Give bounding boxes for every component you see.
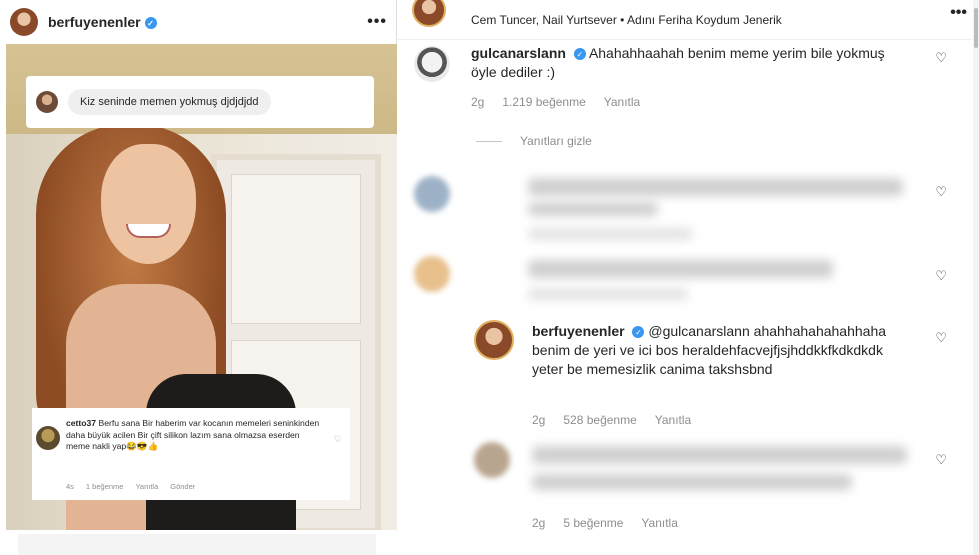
inner-comment-send: Gönder: [170, 482, 196, 491]
photo-smile: [126, 224, 171, 238]
comment-reply-button[interactable]: Yanıtla: [655, 413, 691, 427]
comment-meta: 2g 5 beğenme Yanıtla: [532, 516, 678, 530]
blurred-text: [532, 446, 907, 464]
blurred-comment-item: ♡: [398, 168, 979, 248]
comment-time: 2g: [532, 516, 546, 530]
comment-reply-button[interactable]: Yanıtla: [641, 516, 677, 530]
comment-time: 2g: [471, 95, 485, 109]
heart-outline-icon[interactable]: ♡: [935, 268, 947, 284]
inner-comment-username: cetto37: [66, 418, 97, 428]
comment-avatar[interactable]: [474, 320, 514, 360]
post-footer-card: [18, 534, 376, 555]
post-username-text[interactable]: berfuyenenler: [48, 14, 141, 30]
comment-item: gulcanarslann ✓ Ahahahhaahah benim meme …: [398, 42, 979, 122]
hide-replies-line: [476, 140, 502, 142]
comment-mention[interactable]: @gulcanarslann: [648, 323, 749, 339]
blurred-text: [528, 178, 903, 196]
comments-panel: Cem Tuncer, Nail Yurtsever • Adını Ferih…: [398, 0, 979, 555]
comment-meta: 2g 1.219 beğenme Yanıtla: [471, 95, 640, 109]
comment-avatar: [474, 442, 510, 478]
more-dots-icon[interactable]: •••: [367, 13, 387, 31]
caption-avatar[interactable]: [412, 0, 446, 27]
scrollbar[interactable]: [973, 0, 979, 555]
comment-username[interactable]: gulcanarslann: [471, 45, 566, 61]
inner-comment-card: cetto37 Berfu sana Bir haberim var kocan…: [32, 408, 350, 500]
inner-comment-likes: 1 beğenme: [85, 482, 124, 491]
left-post-panel: berfuyenenler ✓ ••• Kiz seninde memen yok…: [0, 0, 397, 555]
verified-badge-icon: ✓: [144, 17, 157, 30]
comment-avatar: [414, 256, 450, 292]
dm-message-text: Kiz seninde memen yokmuş djdjdjdd: [68, 89, 271, 115]
blurred-meta: [528, 288, 688, 300]
comment-avatar: [414, 176, 450, 212]
heart-outline-icon: ♡: [333, 434, 342, 444]
blurred-comment-item: ♡ 2g 5 beğenme Yanıtla: [398, 430, 979, 540]
comment-meta: 2g 528 beğenme Yanıtla: [532, 413, 691, 427]
more-dots-icon[interactable]: •••: [950, 4, 967, 22]
heart-outline-icon[interactable]: ♡: [935, 452, 947, 468]
blurred-text: [528, 260, 833, 278]
verified-badge-icon: ✓: [573, 48, 586, 61]
dm-message-card: Kiz seninde memen yokmuş djdjdjdd: [26, 76, 374, 128]
comment-likes[interactable]: 528 beğenme: [563, 413, 636, 427]
blurred-text: [528, 202, 658, 216]
post-avatar[interactable]: [10, 8, 38, 36]
blurred-comment-item: ♡: [398, 250, 979, 310]
comment-likes[interactable]: 5 beğenme: [563, 516, 623, 530]
inner-comment-text: Berfu sana Bir haberim var kocanın memel…: [66, 418, 320, 451]
inner-comment-time: 4s: [66, 482, 74, 491]
inner-comment-avatar: [36, 426, 60, 450]
hide-replies-toggle[interactable]: Yanıtları gizle: [476, 134, 592, 148]
caption-bar: Cem Tuncer, Nail Yurtsever • Adını Ferih…: [398, 0, 979, 40]
heart-outline-icon[interactable]: ♡: [935, 330, 947, 346]
caption-text[interactable]: Cem Tuncer, Nail Yurtsever • Adını Ferih…: [471, 13, 782, 27]
inner-comment-body: cetto37 Berfu sana Bir haberim var kocan…: [66, 418, 321, 453]
comment-likes[interactable]: 1.219 beğenme: [502, 95, 585, 109]
door-panel: [231, 174, 361, 324]
comment-time: 2g: [532, 413, 546, 427]
inner-comment-reply: Yanıtla: [135, 482, 159, 491]
post-header: berfuyenenler ✓ •••: [0, 0, 397, 44]
hide-replies-label[interactable]: Yanıtları gizle: [520, 134, 592, 148]
reply-text-block: berfuyenenler ✓ @gulcanarslann ahahhahah…: [532, 322, 912, 379]
verified-badge-icon: ✓: [632, 326, 645, 339]
inner-comment-meta: 4s 1 beğenme Yanıtla Gönder: [66, 482, 195, 491]
blurred-meta: [528, 228, 693, 240]
comment-reply-button[interactable]: Yanıtla: [604, 95, 640, 109]
comment-username[interactable]: berfuyenenler: [532, 323, 625, 339]
heart-outline-icon[interactable]: ♡: [935, 50, 947, 66]
photo-face: [101, 144, 196, 264]
comment-avatar[interactable]: [414, 46, 450, 82]
scrollbar-thumb[interactable]: [974, 8, 978, 48]
blurred-text: [532, 474, 852, 490]
post-username[interactable]: berfuyenenler ✓: [48, 14, 157, 30]
reply-item: berfuyenenler ✓ @gulcanarslann ahahhahah…: [398, 318, 979, 438]
dm-avatar: [36, 91, 58, 113]
comment-text-block: gulcanarslann ✓ Ahahahhaahah benim meme …: [471, 44, 901, 82]
heart-outline-icon[interactable]: ♡: [935, 184, 947, 200]
